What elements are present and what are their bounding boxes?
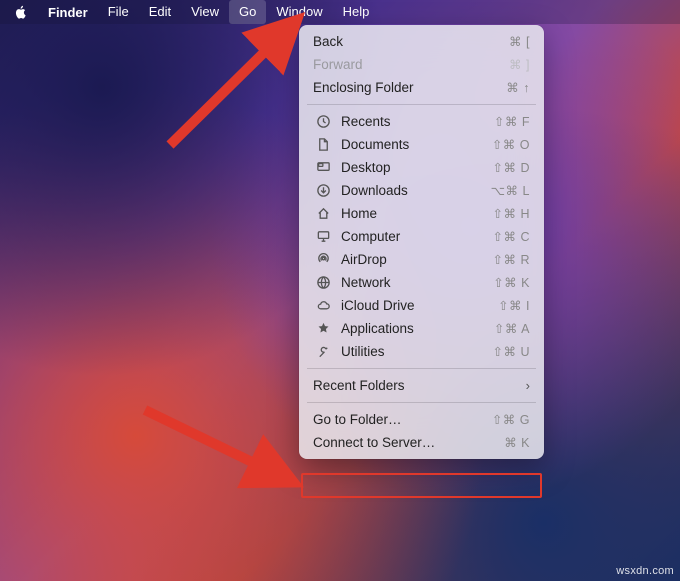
menu-label: Applications bbox=[341, 321, 494, 336]
menu-label: Recents bbox=[341, 114, 494, 129]
menu-shortcut: ⌘ K bbox=[504, 435, 530, 450]
menu-item-computer[interactable]: Computer ⇧⌘ C bbox=[299, 225, 544, 248]
menu-label: Documents bbox=[341, 137, 492, 152]
menu-label: Connect to Server… bbox=[313, 435, 504, 450]
menu-label: Enclosing Folder bbox=[313, 80, 506, 95]
menu-label: Downloads bbox=[341, 183, 491, 198]
menu-label: Utilities bbox=[341, 344, 493, 359]
menu-item-connect-to-server[interactable]: Connect to Server… ⌘ K bbox=[299, 431, 544, 454]
menubar-item-view[interactable]: View bbox=[181, 0, 229, 24]
menu-shortcut: ⇧⌘ F bbox=[494, 114, 530, 129]
cloud-icon bbox=[313, 298, 333, 313]
computer-icon bbox=[313, 229, 333, 244]
home-icon bbox=[313, 206, 333, 221]
menubar-item-file[interactable]: File bbox=[98, 0, 139, 24]
menu-label: Desktop bbox=[341, 160, 493, 175]
menu-label: Computer bbox=[341, 229, 493, 244]
menu-item-icloud-drive[interactable]: iCloud Drive ⇧⌘ I bbox=[299, 294, 544, 317]
menu-shortcut: ⌘ [ bbox=[509, 34, 530, 49]
menu-label: iCloud Drive bbox=[341, 298, 498, 313]
applications-icon bbox=[313, 321, 333, 336]
document-icon bbox=[313, 137, 333, 152]
airdrop-icon bbox=[313, 252, 333, 267]
menu-item-downloads[interactable]: Downloads ⌥⌘ L bbox=[299, 179, 544, 202]
menu-separator bbox=[307, 402, 536, 403]
download-icon bbox=[313, 183, 333, 198]
utilities-icon bbox=[313, 344, 333, 359]
network-icon bbox=[313, 275, 333, 290]
menu-shortcut: ⇧⌘ K bbox=[493, 275, 530, 290]
menu-shortcut: ⇧⌘ U bbox=[493, 344, 530, 359]
annotation-highlight bbox=[301, 473, 542, 498]
menubar-item-go[interactable]: Go bbox=[229, 0, 266, 24]
apple-menu[interactable] bbox=[10, 5, 38, 19]
menu-item-recent-folders[interactable]: Recent Folders › bbox=[299, 374, 544, 397]
menu-shortcut: ⇧⌘ O bbox=[492, 137, 530, 152]
menu-shortcut: ⌥⌘ L bbox=[491, 183, 530, 198]
menu-label: AirDrop bbox=[341, 252, 493, 267]
menubar: Finder File Edit View Go Window Help bbox=[0, 0, 680, 24]
menu-item-back[interactable]: Back ⌘ [ bbox=[299, 30, 544, 53]
app-name[interactable]: Finder bbox=[38, 5, 98, 20]
menu-shortcut: ⇧⌘ H bbox=[493, 206, 530, 221]
menu-shortcut: ⇧⌘ D bbox=[493, 160, 530, 175]
menu-item-airdrop[interactable]: AirDrop ⇧⌘ R bbox=[299, 248, 544, 271]
menubar-item-help[interactable]: Help bbox=[333, 0, 380, 24]
annotation-arrow-bottom bbox=[130, 395, 320, 525]
menu-item-forward: Forward ⌘ ] bbox=[299, 53, 544, 76]
menu-label: Go to Folder… bbox=[313, 412, 492, 427]
chevron-right-icon: › bbox=[526, 378, 530, 393]
menu-shortcut: ⌘ ↑ bbox=[506, 80, 530, 95]
menu-item-recents[interactable]: Recents ⇧⌘ F bbox=[299, 110, 544, 133]
menu-shortcut: ⇧⌘ C bbox=[493, 229, 530, 244]
menu-shortcut: ⇧⌘ A bbox=[494, 321, 530, 336]
menu-item-home[interactable]: Home ⇧⌘ H bbox=[299, 202, 544, 225]
menu-label: Network bbox=[341, 275, 493, 290]
menu-separator bbox=[307, 104, 536, 105]
menu-shortcut: ⇧⌘ R bbox=[493, 252, 530, 267]
clock-icon bbox=[313, 114, 333, 129]
menu-item-applications[interactable]: Applications ⇧⌘ A bbox=[299, 317, 544, 340]
menu-item-documents[interactable]: Documents ⇧⌘ O bbox=[299, 133, 544, 156]
menu-item-utilities[interactable]: Utilities ⇧⌘ U bbox=[299, 340, 544, 363]
menubar-item-edit[interactable]: Edit bbox=[139, 0, 181, 24]
desktop-background: Finder File Edit View Go Window Help Bac… bbox=[0, 0, 680, 581]
menu-separator bbox=[307, 368, 536, 369]
menu-item-desktop[interactable]: Desktop ⇧⌘ D bbox=[299, 156, 544, 179]
menu-shortcut: ⌘ ] bbox=[509, 57, 530, 72]
apple-icon bbox=[14, 5, 28, 19]
go-menu-dropdown: Back ⌘ [ Forward ⌘ ] Enclosing Folder ⌘ … bbox=[299, 25, 544, 459]
menu-item-enclosing-folder[interactable]: Enclosing Folder ⌘ ↑ bbox=[299, 76, 544, 99]
menu-label: Forward bbox=[313, 57, 509, 72]
menu-shortcut: ⇧⌘ I bbox=[498, 298, 530, 313]
watermark: wsxdn.com bbox=[616, 565, 674, 577]
menu-label: Back bbox=[313, 34, 509, 49]
menu-item-go-to-folder[interactable]: Go to Folder… ⇧⌘ G bbox=[299, 408, 544, 431]
menubar-item-window[interactable]: Window bbox=[266, 0, 332, 24]
menu-item-network[interactable]: Network ⇧⌘ K bbox=[299, 271, 544, 294]
menu-label: Recent Folders bbox=[313, 378, 526, 393]
menu-shortcut: ⇧⌘ G bbox=[492, 412, 530, 427]
desktop-icon bbox=[313, 160, 333, 175]
menu-label: Home bbox=[341, 206, 493, 221]
